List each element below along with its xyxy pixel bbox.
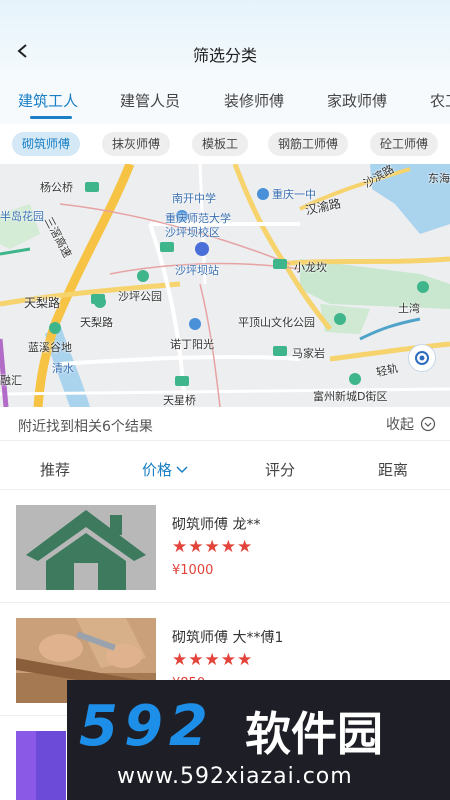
header: 筛选分类 (0, 0, 450, 80)
locate-button[interactable] (408, 344, 436, 372)
worker-thumbnail (16, 505, 156, 590)
tab-construction-managers[interactable]: 建管人员 (120, 90, 180, 111)
tab-decoration-workers[interactable]: 装修师傅 (224, 90, 284, 111)
watermark-url: www.592xiazai.com (117, 764, 353, 789)
map-label: 清水 (52, 362, 74, 375)
map-label: 融汇 (0, 374, 22, 387)
watermark-logo: 592 (79, 694, 214, 759)
chip-plasterer[interactable]: 抹灰师傅 (102, 132, 171, 156)
subcategory-chips: 砌筑师傅 抹灰师傅 模板工 钢筋工师傅 砼工师傅 (0, 126, 450, 164)
house-icon (16, 505, 156, 590)
map-label: 沙坪坝校区 (165, 226, 220, 239)
list-item[interactable]: 砌筑师傅 龙** ★★★★★ ¥1000 (0, 490, 450, 603)
sort-recommended[interactable]: 推荐 (40, 459, 70, 480)
worker-thumbnail (16, 731, 66, 800)
map-label: 小龙坎 (294, 261, 327, 274)
collapse-label: 收起 (386, 417, 414, 433)
map-label: 天星桥 (163, 394, 196, 407)
map-label: 半岛花园 (0, 210, 44, 223)
map-label: 天梨路 (24, 296, 61, 310)
collapse-map-button[interactable]: 收起 (386, 414, 436, 434)
watermark-brand: 软件园 (245, 707, 383, 761)
active-tab-indicator (30, 116, 72, 119)
locate-icon (415, 351, 429, 365)
page-title: 筛选分类 (192, 46, 257, 65)
sort-rating[interactable]: 评分 (265, 459, 295, 480)
star-rating: ★★★★★ (172, 537, 254, 557)
sort-bar: 推荐 价格 评分 距离 (0, 446, 450, 490)
sort-distance[interactable]: 距离 (378, 459, 408, 480)
tab-housekeeping-workers[interactable]: 家政师傅 (327, 90, 387, 111)
worker-name: 砌筑师傅 龙** (172, 517, 261, 533)
result-bar: 附近找到相关6个结果 收起 (0, 407, 450, 441)
chip-formwork-worker[interactable]: 模板工 (192, 132, 249, 156)
tab-farm-workers[interactable]: 农工 (430, 90, 450, 111)
map-label: 东海 (428, 172, 450, 185)
worker-name: 砌筑师傅 大**傅1 (172, 630, 284, 646)
thumbnail-image (16, 731, 66, 800)
chip-bricklayer[interactable]: 砌筑师傅 (12, 132, 81, 156)
map-label: 杨公桥 (40, 181, 73, 194)
chip-steel-fixer[interactable]: 钢筋工师傅 (268, 132, 349, 156)
map-label: 天梨路 (80, 316, 113, 329)
worker-price: ¥1000 (172, 563, 214, 578)
map-label: 南开中学 (172, 192, 216, 205)
chip-concrete-worker[interactable]: 砼工师傅 (370, 132, 439, 156)
sort-price[interactable]: 价格 (142, 459, 188, 480)
tab-construction-workers[interactable]: 建筑工人 (18, 90, 78, 111)
chevron-down-circle-icon (420, 416, 436, 432)
map-label: 沙坪公园 (118, 290, 162, 303)
sort-price-label: 价格 (142, 461, 173, 479)
map-label: 蓝溪谷地 (28, 341, 72, 354)
map-label: 富州新城D街区 (313, 390, 388, 403)
map-label: 诺丁阳光 (170, 338, 214, 351)
watermark-banner: 592 软件园 www.592xiazai.com (67, 680, 450, 800)
map-label: 马家岩 (292, 347, 325, 360)
result-count-text: 附近找到相关6个结果 (18, 419, 153, 435)
map-label: 平顶山文化公园 (238, 316, 315, 329)
map-label: 土湾 (398, 302, 420, 315)
map-label: 沙坪坝站 (175, 264, 219, 277)
chevron-down-icon (176, 465, 188, 473)
map-view[interactable]: 杨公桥 半岛花园 南开中学 重庆一中 沙滨路 东海 重庆师范大学 沙坪坝校区 汉… (0, 164, 450, 407)
star-rating: ★★★★★ (172, 650, 254, 670)
